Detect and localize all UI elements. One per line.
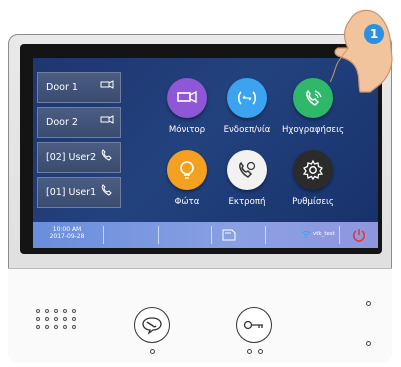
divider bbox=[158, 226, 159, 244]
speaker-hole bbox=[63, 325, 67, 329]
key-icon bbox=[243, 320, 263, 330]
speaker-hole bbox=[54, 325, 58, 329]
door-item-label: [02] User2 bbox=[46, 152, 97, 163]
divider bbox=[339, 226, 340, 244]
door-item-label: Door 2 bbox=[46, 117, 78, 128]
clock-time: 10:00 AM bbox=[52, 226, 82, 233]
indicator-led bbox=[247, 349, 252, 354]
speaker-hole bbox=[36, 317, 40, 321]
camera-icon bbox=[100, 80, 114, 89]
unlock-button[interactable] bbox=[236, 307, 272, 343]
camera-icon bbox=[167, 78, 207, 118]
speaker-hole bbox=[45, 325, 49, 329]
indicator-led bbox=[366, 301, 371, 306]
wifi-name: vtk_test bbox=[313, 231, 335, 237]
app-settings[interactable]: Ρυθμίσεις bbox=[273, 150, 353, 207]
door-item-label: [01] User1 bbox=[46, 187, 97, 198]
clock-date: 2017-09-28 bbox=[49, 233, 85, 240]
door-list: Door 1 Door 2 [02] User2 [01] User1 bbox=[37, 72, 121, 212]
app-label: Ηχογραφήσεις bbox=[281, 125, 345, 135]
door-item-user1[interactable]: [01] User1 bbox=[37, 177, 121, 208]
indicator-led bbox=[150, 349, 155, 354]
camera-icon bbox=[100, 115, 114, 124]
wifi-icon bbox=[301, 231, 311, 238]
door-item-door-2[interactable]: Door 2 bbox=[37, 107, 121, 138]
pointing-hand-icon bbox=[330, 9, 393, 93]
speaker-hole bbox=[63, 309, 67, 313]
speaker-hole bbox=[72, 309, 76, 313]
phone-icon bbox=[101, 184, 112, 196]
app-label: Ρυθμίσεις bbox=[292, 197, 334, 207]
clock: 10:00 AM 2017-09-28 bbox=[39, 226, 95, 240]
speaker-hole bbox=[54, 309, 58, 313]
memory-card-icon[interactable] bbox=[221, 228, 237, 242]
speaker-hole bbox=[72, 317, 76, 321]
divider bbox=[211, 226, 212, 244]
intercom-icon bbox=[227, 78, 267, 118]
step-badge: 1 bbox=[364, 24, 384, 44]
call-forward-icon bbox=[227, 150, 267, 190]
divider bbox=[265, 226, 266, 244]
gear-icon bbox=[293, 150, 333, 190]
speaker-hole bbox=[54, 317, 58, 321]
speech-bubble-icon bbox=[142, 317, 162, 335]
door-item-user2[interactable]: [02] User2 bbox=[37, 142, 121, 173]
door-item-door-1[interactable]: Door 1 bbox=[37, 72, 121, 103]
indicator-led bbox=[366, 341, 371, 346]
speaker-hole bbox=[45, 309, 49, 313]
phone-icon bbox=[101, 149, 112, 161]
speaker-hole bbox=[63, 317, 67, 321]
door-item-label: Door 1 bbox=[46, 82, 78, 93]
monitor-screen: Door 1 Door 2 [02] User2 [01] User1 Μόνι… bbox=[33, 58, 378, 248]
status-bar: 10:00 AM 2017-09-28 vtk_test bbox=[33, 222, 378, 248]
speaker-hole bbox=[72, 325, 76, 329]
talk-button[interactable] bbox=[134, 307, 170, 343]
speaker-hole bbox=[36, 325, 40, 329]
speaker-hole bbox=[36, 309, 40, 313]
bulb-icon bbox=[167, 150, 207, 190]
phone-call-icon bbox=[293, 78, 333, 118]
device-lower-panel bbox=[8, 268, 392, 363]
divider bbox=[103, 226, 104, 244]
indicator-led bbox=[258, 349, 263, 354]
speaker-hole bbox=[45, 317, 49, 321]
power-icon[interactable] bbox=[351, 227, 367, 243]
